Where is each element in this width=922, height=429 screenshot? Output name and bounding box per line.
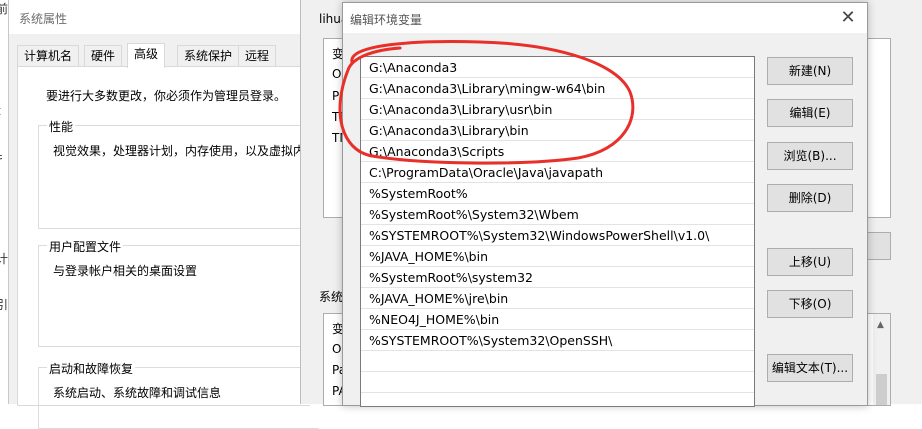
startup-recovery-group-title: 启动和故障恢复 [47, 360, 136, 377]
list-item[interactable] [361, 393, 754, 406]
delete-button[interactable]: 删除(D) [767, 184, 853, 212]
scroll-up-icon[interactable]: ▲ [877, 320, 884, 330]
list-item[interactable]: %SYSTEMROOT%\System32\OpenSSH\ [361, 330, 754, 351]
edit-dialog-titlebar[interactable]: 编辑环境变量 ✕ [343, 3, 867, 33]
system-variables-scrollbar[interactable]: ▲ [873, 314, 890, 405]
path-entry: %SystemRoot%\System32\Wbem [369, 207, 579, 222]
system-properties-titlebar[interactable]: 系统属性 [9, 0, 309, 34]
desktop-fragment: 前 [0, 2, 8, 16]
performance-group-title: 性能 [47, 118, 76, 135]
list-item[interactable]: %SYSTEMROOT%\System32\WindowsPowerShell\… [361, 225, 754, 246]
system-properties-window: 系统属性 计算机名 硬件 高级 系统保护 远程 要进行大多数更改，你必须作为管理… [8, 0, 319, 429]
list-item[interactable]: %JAVA_HOME%\bin [361, 246, 754, 267]
path-entry: %SystemRoot% [369, 186, 468, 201]
system-variables-label: 系统 [319, 290, 344, 304]
edit-button[interactable]: 编辑(E) [767, 99, 853, 127]
user-variables-button[interactable] [867, 232, 891, 260]
system-properties-tabs: 计算机名 硬件 高级 系统保护 远程 [17, 43, 309, 68]
tab-system-protection[interactable]: 系统保护 [177, 45, 240, 67]
path-entry: %JAVA_HOME%\bin [369, 249, 488, 264]
tab-hardware[interactable]: 硬件 [84, 45, 123, 67]
desktop-fragment: 扌 [0, 152, 8, 166]
desktop-background: 前 t 扌 计 引 [0, 0, 8, 404]
path-entry: G:\Anaconda3\Library\bin [369, 123, 529, 138]
list-item[interactable]: O [332, 342, 341, 356]
user-profiles-group-title: 用户配置文件 [47, 238, 124, 255]
path-entry: %JAVA_HOME%\jre\bin [369, 291, 509, 306]
list-item[interactable]: %SystemRoot% [361, 183, 754, 204]
performance-group: 性能 视觉效果，处理器计划，内存使用，以及虚拟内 [38, 118, 319, 229]
list-item[interactable]: G:\Anaconda3 [361, 57, 754, 78]
list-item[interactable]: O [332, 67, 341, 81]
close-icon[interactable]: ✕ [835, 7, 861, 29]
startup-recovery-group-text: 系统启动、系统故障和调试信息 [53, 386, 222, 400]
user-profiles-group: 用户配置文件 与登录帐户相关的桌面设置 [38, 238, 319, 347]
path-entry: %NEO4J_HOME%\bin [369, 312, 500, 327]
edit-environment-variable-dialog: 编辑环境变量 ✕ G:\Anaconda3 G:\Anaconda3\Libra… [342, 2, 868, 407]
browse-button[interactable]: 浏览(B)... [767, 142, 853, 170]
list-item[interactable]: %NEO4J_HOME%\bin [361, 309, 754, 330]
path-entry: G:\Anaconda3\Library\mingw-w64\bin [369, 81, 606, 96]
list-item[interactable] [361, 351, 754, 372]
advanced-tab-panel: 要进行大多数更改，你必须作为管理员登录。 性能 视觉效果，处理器计划，内存使用，… [17, 66, 319, 429]
user-profiles-group-text: 与登录帐户相关的桌面设置 [53, 264, 198, 278]
tab-computer-name[interactable]: 计算机名 [17, 45, 80, 67]
performance-group-text: 视觉效果，处理器计划，内存使用，以及虚拟内 [53, 144, 306, 158]
path-entry: %SYSTEMROOT%\System32\WindowsPowerShell\… [369, 228, 710, 243]
path-entry: C:\ProgramData\Oracle\Java\javapath [369, 165, 604, 180]
list-item[interactable]: %JAVA_HOME%\jre\bin [361, 288, 754, 309]
list-item[interactable]: %SystemRoot%\System32\Wbem [361, 204, 754, 225]
path-entry: %SystemRoot%\system32 [369, 270, 533, 285]
list-item[interactable] [361, 372, 754, 393]
list-item[interactable]: G:\Anaconda3\Library\mingw-w64\bin [361, 78, 754, 99]
path-entry: G:\Anaconda3 [369, 60, 458, 75]
list-item[interactable]: G:\Anaconda3\Library\bin [361, 120, 754, 141]
scrollbar-thumb[interactable] [876, 374, 887, 405]
system-properties-title: 系统属性 [19, 12, 68, 26]
desktop-fragment: 引 [0, 298, 8, 312]
desktop-fragment: t [0, 104, 1, 118]
tab-advanced[interactable]: 高级 [127, 43, 166, 68]
move-up-button[interactable]: 上移(U) [767, 248, 853, 276]
list-item[interactable]: G:\Anaconda3\Library\usr\bin [361, 99, 754, 120]
tab-remote[interactable]: 远程 [238, 45, 277, 67]
admin-note: 要进行大多数更改，你必须作为管理员登录。 [46, 89, 287, 103]
list-item[interactable]: G:\Anaconda3\Scripts [361, 141, 754, 162]
new-button[interactable]: 新建(N) [767, 57, 853, 85]
list-item[interactable]: %SystemRoot%\system32 [361, 267, 754, 288]
list-item[interactable]: C:\ProgramData\Oracle\Java\javapath [361, 162, 754, 183]
desktop-fragment: 计 [0, 252, 8, 266]
startup-recovery-group: 启动和故障恢复 系统启动、系统故障和调试信息 [38, 360, 319, 429]
move-down-button[interactable]: 下移(O) [767, 290, 853, 318]
path-entry: %SYSTEMROOT%\System32\OpenSSH\ [369, 333, 613, 348]
edit-dialog-title: 编辑环境变量 [350, 13, 423, 27]
path-entry: G:\Anaconda3\Scripts [369, 144, 505, 159]
path-entries-list[interactable]: G:\Anaconda3 G:\Anaconda3\Library\mingw-… [360, 56, 755, 407]
path-entry: G:\Anaconda3\Library\usr\bin [369, 102, 553, 117]
edit-text-button[interactable]: 编辑文本(T)... [767, 354, 853, 382]
